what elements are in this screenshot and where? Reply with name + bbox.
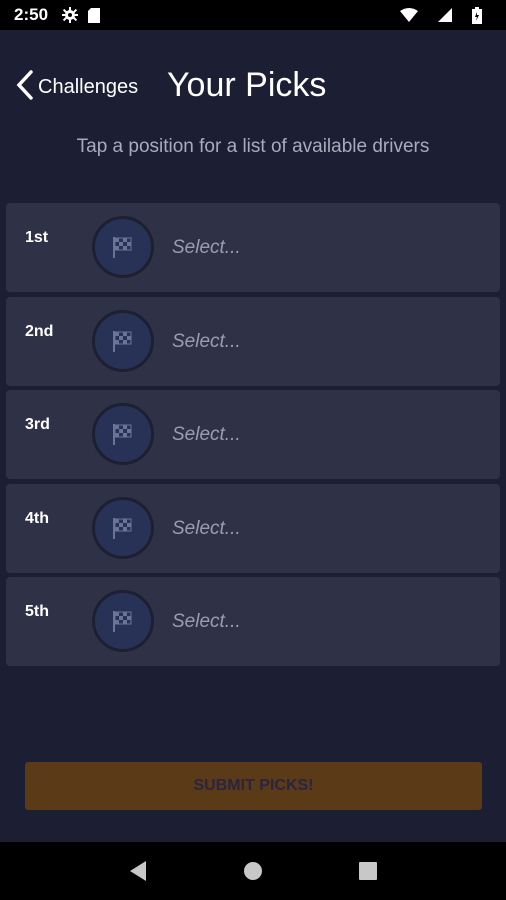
- pick-row-2nd[interactable]: 2nd Select...: [6, 296, 500, 386]
- position-label: 5th: [25, 603, 49, 620]
- checkered-flag-icon: [92, 590, 154, 652]
- position-label: 4th: [25, 509, 49, 527]
- driver-select-placeholder: Select...: [172, 517, 241, 539]
- pick-row-3rd[interactable]: 3rd Select...: [6, 390, 500, 479]
- instructions-text: Tap a position for a list of available d…: [76, 136, 430, 157]
- signal-icon: [438, 8, 452, 22]
- pick-row-5th[interactable]: 5th Select...: [6, 577, 500, 666]
- battery-icon: [472, 6, 482, 24]
- checkered-flag-icon: [92, 403, 154, 465]
- page-title: Your Picks: [167, 66, 327, 104]
- home-circle-icon[interactable]: [233, 851, 273, 891]
- status-bar: 2:50: [0, 0, 506, 30]
- checkered-flag-icon: [92, 216, 154, 278]
- status-time: 2:50: [14, 5, 49, 24]
- position-label: 2nd: [25, 322, 54, 340]
- checkered-flag-icon: [92, 309, 154, 372]
- gear-icon: [62, 7, 79, 23]
- pick-row-4th[interactable]: 4th Select...: [6, 483, 500, 573]
- driver-select-placeholder: Select...: [172, 611, 241, 632]
- position-label: 3rd: [25, 416, 50, 433]
- driver-select-placeholder: Select...: [172, 424, 241, 445]
- submit-picks-button[interactable]: SUBMIT PICKS!: [25, 762, 482, 810]
- pick-row-1st[interactable]: 1st Select...: [6, 203, 500, 292]
- chevron-left-icon: [16, 70, 34, 105]
- back-triangle-icon[interactable]: [118, 851, 158, 891]
- checkered-flag-icon: [92, 496, 154, 559]
- system-nav-bar: [0, 842, 506, 900]
- header: Challenges Your Picks: [0, 30, 506, 140]
- sd-card-icon: [88, 7, 101, 23]
- back-label: Challenges: [38, 76, 139, 98]
- picks-list: 1st Select... 2nd Select... 3rd Select..…: [6, 203, 500, 671]
- recents-square-icon[interactable]: [348, 851, 388, 891]
- driver-select-placeholder: Select...: [172, 237, 241, 258]
- position-label: 1st: [25, 229, 49, 246]
- driver-select-placeholder: Select...: [172, 330, 241, 352]
- wifi-icon: [400, 8, 418, 22]
- back-button[interactable]: Challenges: [16, 70, 138, 105]
